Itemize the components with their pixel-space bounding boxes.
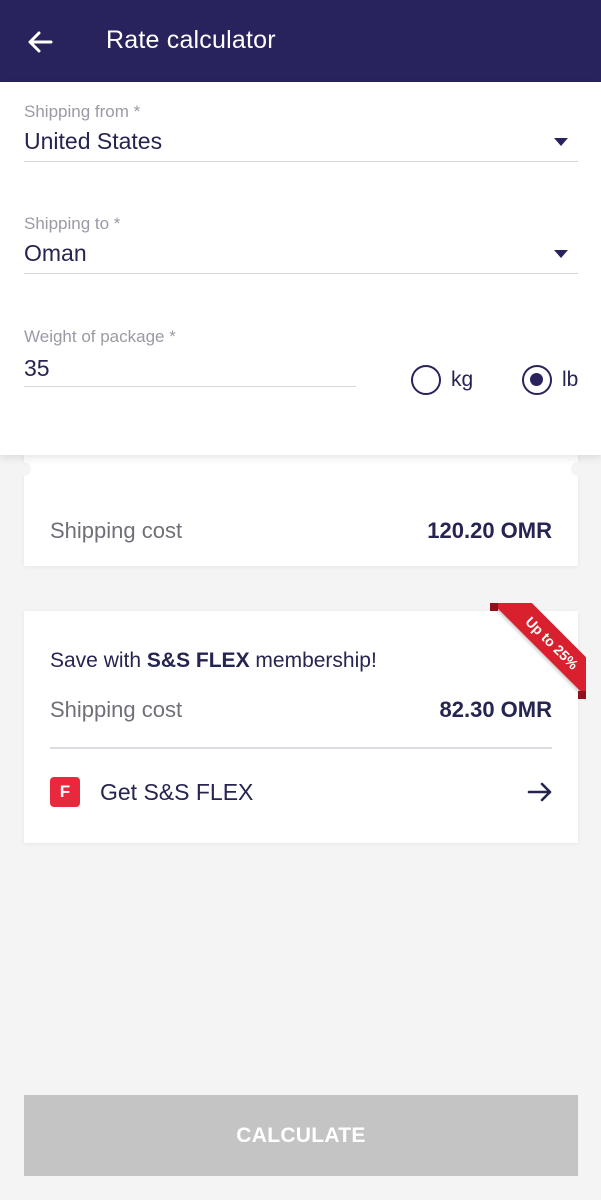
discount-ribbon: Up to 25% bbox=[488, 603, 586, 701]
shipping-from-label: Shipping from * bbox=[24, 102, 141, 121]
ribbon-fold bbox=[578, 691, 586, 699]
shipping-to-label: Shipping to * bbox=[24, 214, 121, 233]
flex-cost-row: Shipping cost 82.30 OMR bbox=[50, 697, 552, 723]
rate-form: Shipping from * United States Shipping t… bbox=[0, 82, 601, 455]
calculate-button[interactable]: CALCULATE bbox=[24, 1095, 578, 1176]
page-title: Rate calculator bbox=[106, 26, 276, 54]
dropdown-caret-icon bbox=[554, 138, 568, 146]
flex-brand: S&S FLEX bbox=[146, 649, 250, 672]
get-flex-link[interactable]: F Get S&S FLEX bbox=[50, 769, 554, 815]
shipping-to-value: Oman bbox=[24, 240, 87, 266]
card-notch bbox=[571, 462, 585, 476]
back-button[interactable] bbox=[22, 24, 58, 60]
flex-cost-value: 82.30 OMR bbox=[439, 697, 553, 722]
unit-lb-label: lb bbox=[562, 368, 579, 391]
shipping-from-field: Shipping from * United States bbox=[24, 102, 578, 162]
arrow-right-icon bbox=[527, 782, 552, 802]
get-flex-label: Get S&S FLEX bbox=[100, 778, 254, 805]
flex-logo-icon: F bbox=[50, 777, 80, 807]
shipping-cost-value: 120.20 OMR bbox=[427, 518, 552, 543]
shipping-cost-row: Shipping cost 120.20 OMR bbox=[50, 518, 552, 544]
unit-lb-radio[interactable]: lb bbox=[522, 365, 578, 395]
shipping-cost-card: Shipping cost 120.20 OMR bbox=[17, 440, 585, 566]
ribbon-fold bbox=[490, 603, 498, 611]
shipping-from-select[interactable]: United States bbox=[24, 122, 578, 162]
flex-membership-card: Up to 25% Save with S&S FLEX membership!… bbox=[24, 603, 586, 843]
arrow-left-icon bbox=[28, 31, 53, 53]
dropdown-caret-icon bbox=[554, 250, 568, 258]
weight-label: Weight of package * bbox=[24, 327, 176, 346]
divider bbox=[50, 747, 552, 749]
unit-kg-label: kg bbox=[451, 368, 474, 391]
shipping-from-value: United States bbox=[24, 128, 163, 154]
shipping-to-field: Shipping to * Oman bbox=[24, 214, 578, 274]
flex-save-suffix: membership! bbox=[249, 649, 377, 672]
radio-unchecked-icon bbox=[411, 365, 441, 395]
unit-kg-radio[interactable]: kg bbox=[411, 365, 473, 395]
card-notch bbox=[17, 462, 31, 476]
shipping-to-select[interactable]: Oman bbox=[24, 234, 578, 274]
flex-save-prefix: Save with bbox=[50, 649, 147, 672]
weight-input[interactable] bbox=[24, 347, 356, 387]
flex-cost-label: Shipping cost bbox=[50, 697, 183, 722]
discount-ribbon-label: Up to 25% bbox=[492, 603, 586, 701]
radio-checked-icon bbox=[522, 365, 552, 395]
shipping-cost-label: Shipping cost bbox=[50, 518, 183, 543]
weight-field: Weight of package * bbox=[24, 327, 356, 387]
app-bar: Rate calculator bbox=[0, 0, 601, 82]
flex-save-text: Save with S&S FLEX membership! bbox=[50, 649, 377, 673]
